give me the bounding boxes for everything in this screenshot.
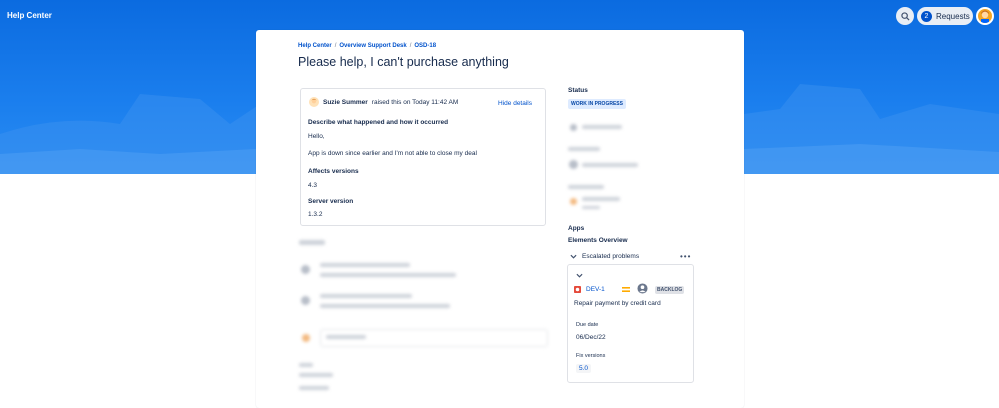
issue-key-link[interactable]: DEV-1 (586, 286, 605, 293)
breadcrumb-issue-key[interactable]: OSD-18 (414, 43, 436, 49)
field-affects-versions-label: Affects versions (308, 168, 359, 175)
hide-details-link[interactable]: Hide details (498, 100, 532, 107)
reporter-name: Suzie Summer (323, 98, 368, 106)
reporter-avatar-icon (309, 97, 319, 107)
elements-overview-label: Elements Overview (568, 237, 628, 244)
breadcrumb-help-center[interactable]: Help Center (298, 43, 332, 49)
page-title: Please help, I can't purchase anything (298, 55, 509, 69)
breadcrumb: Help Center / Overview Support Desk / OS… (298, 43, 437, 49)
escalated-problems-toggle[interactable]: Escalated problems (570, 253, 639, 260)
more-actions-button[interactable]: ••• (680, 252, 691, 261)
fix-versions-label: Fix versions (576, 353, 606, 359)
raised-by-line: Suzie Summer raised this on Today 11:42 … (309, 97, 458, 107)
search-button[interactable] (896, 7, 914, 25)
due-date-value: 06/Dec/22 (576, 334, 606, 341)
field-description-line1: Hello, (308, 133, 325, 140)
apps-label: Apps (568, 225, 585, 232)
request-details-panel: Suzie Summer raised this on Today 11:42 … (300, 88, 546, 226)
field-server-version-label: Server version (308, 198, 354, 205)
search-icon (900, 11, 910, 21)
field-affects-versions-value: 4.3 (308, 182, 318, 189)
escalated-issue-card: DEV-1 BACKLOG Repair payment by credit c… (567, 264, 694, 383)
fix-version-value[interactable]: 5.0 (576, 364, 592, 373)
user-avatar[interactable] (976, 7, 994, 25)
escalated-problems-label: Escalated problems (582, 253, 640, 260)
issue-summary: Repair payment by credit card (574, 300, 661, 307)
bug-icon (574, 286, 581, 293)
priority-medium-icon (622, 287, 630, 292)
requests-label: Requests (936, 11, 970, 21)
chevron-down-icon[interactable] (576, 273, 583, 278)
status-badge: WORK IN PROGRESS (568, 99, 626, 109)
status-label: Status (568, 87, 588, 94)
requests-count-badge: 2 (921, 10, 932, 22)
requests-button[interactable]: 2 Requests (917, 7, 973, 25)
assignee-avatar-icon (637, 283, 648, 294)
field-description-label: Describe what happened and how it occurr… (308, 119, 449, 126)
request-card: Help Center / Overview Support Desk / OS… (256, 30, 744, 408)
field-description-line2: App is down since earlier and I'm not ab… (308, 150, 477, 157)
raised-text: raised this on Today 11:42 AM (371, 98, 459, 106)
help-center-link[interactable]: Help Center (7, 11, 52, 20)
breadcrumb-service-desk[interactable]: Overview Support Desk (339, 43, 406, 49)
issue-status-badge: BACKLOG (655, 286, 685, 294)
field-server-version-value: 1.3.2 (308, 211, 323, 218)
due-date-label: Due date (576, 322, 599, 328)
avatar-icon (981, 10, 989, 23)
chevron-down-icon (570, 254, 577, 259)
